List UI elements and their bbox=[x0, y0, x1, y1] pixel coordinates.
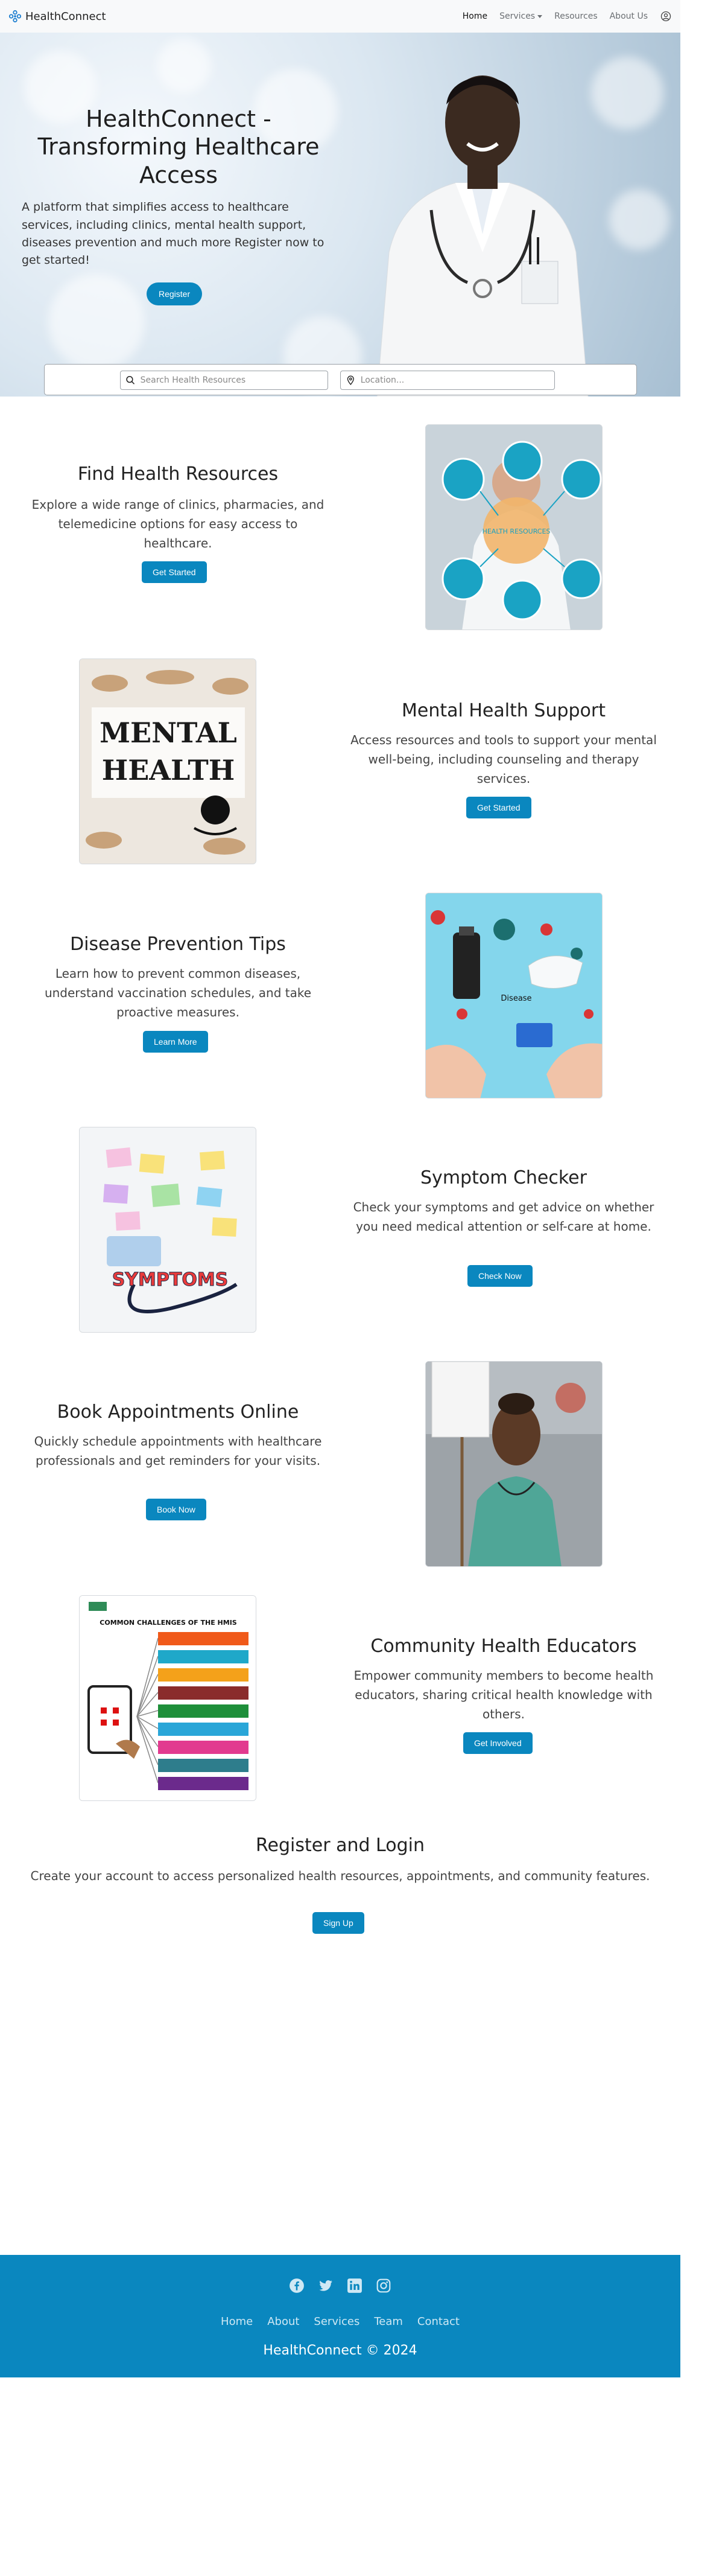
symptoms-image-label: SYMPTOMS bbox=[112, 1269, 229, 1290]
social-links bbox=[0, 2278, 680, 2294]
location-input[interactable] bbox=[360, 375, 549, 385]
hmis-challenges-image: COMMON CHALLENGES OF THE HMIS bbox=[79, 1595, 256, 1801]
disease-image-label: Disease bbox=[501, 994, 531, 1003]
brand[interactable]: HealthConnect bbox=[8, 10, 106, 23]
location-box bbox=[340, 371, 555, 390]
feature-title-find-resources: Find Health Resources bbox=[77, 464, 279, 485]
location-pin-icon bbox=[347, 375, 354, 386]
instagram-icon[interactable] bbox=[376, 2278, 391, 2294]
feature-desc-find-resources: Explore a wide range of clinics, pharmac… bbox=[31, 497, 324, 550]
mental-image-text-2: HEALTH bbox=[102, 754, 235, 786]
footer-links: Home About Services Team Contact bbox=[0, 2315, 680, 2328]
book-now-button[interactable]: Book Now bbox=[146, 1499, 206, 1520]
disease-prevention-image: Disease bbox=[425, 893, 603, 1098]
search-icon bbox=[126, 375, 135, 384]
user-icon[interactable] bbox=[660, 10, 672, 22]
nav-resources[interactable]: Resources bbox=[554, 11, 598, 21]
register-button[interactable]: Register bbox=[147, 282, 203, 305]
footer-link-team[interactable]: Team bbox=[374, 2315, 403, 2328]
health-resources-image: HEALTH RESOURCES bbox=[425, 424, 603, 630]
feature-desc-community-educators: Empower community members to become heal… bbox=[353, 1668, 654, 1721]
mental-image-text-1: MENTAL bbox=[100, 716, 237, 749]
footer-link-home[interactable]: Home bbox=[221, 2315, 253, 2328]
footer-link-contact[interactable]: Contact bbox=[417, 2315, 460, 2328]
nav-home[interactable]: Home bbox=[463, 11, 487, 21]
feature-title-disease-prevention: Disease Prevention Tips bbox=[70, 934, 286, 955]
search-resources-box bbox=[120, 371, 328, 390]
appointments-image bbox=[425, 1361, 603, 1567]
get-started-mental-button[interactable]: Get Started bbox=[466, 797, 531, 818]
nav-services-label: Services bbox=[499, 11, 536, 21]
doctor-photo bbox=[376, 75, 589, 397]
symptoms-image: SYMPTOMS bbox=[79, 1127, 256, 1333]
nav-about-us[interactable]: About Us bbox=[610, 11, 648, 21]
footer: Home About Services Team Contact HealthC… bbox=[0, 2255, 680, 2377]
feature-title-book-appointments: Book Appointments Online bbox=[57, 1401, 299, 1423]
feature-desc-book-appointments: Quickly schedule appointments with healt… bbox=[34, 1434, 322, 1468]
hero-description: A platform that simplifies access to hea… bbox=[22, 200, 324, 267]
logo-icon bbox=[8, 10, 22, 23]
twitter-icon[interactable] bbox=[318, 2278, 334, 2294]
health-resources-image-label: HEALTH RESOURCES bbox=[483, 528, 551, 535]
chevron-down-icon bbox=[537, 14, 543, 18]
hero: HealthConnect - Transforming Healthcare … bbox=[0, 33, 680, 397]
feature-title-symptom-checker: Symptom Checker bbox=[420, 1167, 587, 1188]
mental-health-image: MENTAL HEALTH bbox=[79, 658, 256, 864]
search-resources-input[interactable] bbox=[140, 375, 323, 385]
feature-title-community-educators: Community Health Educators bbox=[370, 1636, 637, 1657]
register-description: Create your account to access personaliz… bbox=[30, 1869, 650, 1883]
learn-more-button[interactable]: Learn More bbox=[143, 1031, 208, 1053]
feature-desc-disease-prevention: Learn how to prevent common diseases, un… bbox=[44, 966, 312, 1019]
hmis-image-title: COMMON CHALLENGES OF THE HMIS bbox=[100, 1619, 237, 1627]
brand-name: HealthConnect bbox=[25, 10, 106, 23]
register-title: Register and Login bbox=[256, 1835, 425, 1856]
search-card bbox=[44, 364, 637, 395]
sign-up-button[interactable]: Sign Up bbox=[312, 1912, 364, 1934]
get-started-resources-button[interactable]: Get Started bbox=[142, 561, 207, 583]
footer-link-services[interactable]: Services bbox=[314, 2315, 359, 2328]
footer-link-about[interactable]: About bbox=[267, 2315, 299, 2328]
facebook-icon[interactable] bbox=[289, 2278, 305, 2294]
get-involved-button[interactable]: Get Involved bbox=[463, 1732, 533, 1754]
linkedin-icon[interactable] bbox=[347, 2278, 362, 2294]
check-now-button[interactable]: Check Now bbox=[467, 1265, 533, 1287]
hero-title: HealthConnect - Transforming Healthcare … bbox=[37, 106, 320, 188]
nav-services[interactable]: Services bbox=[499, 11, 543, 21]
copyright: HealthConnect © 2024 bbox=[263, 2343, 417, 2358]
navbar: HealthConnect Home Services Resources Ab… bbox=[0, 0, 680, 33]
feature-desc-symptom-checker: Check your symptoms and get advice on wh… bbox=[353, 1200, 654, 1234]
feature-title-mental-health: Mental Health Support bbox=[401, 700, 606, 721]
feature-desc-mental-health: Access resources and tools to support yo… bbox=[350, 733, 657, 786]
